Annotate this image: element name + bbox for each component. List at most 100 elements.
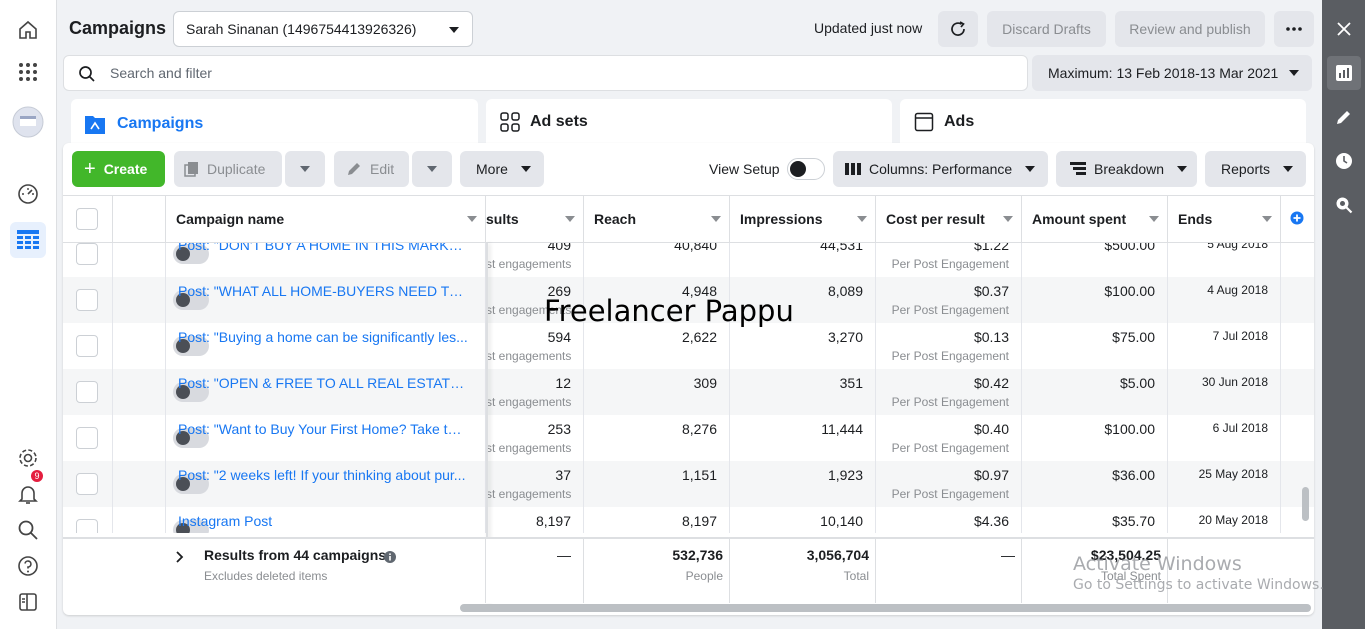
date-range-picker[interactable]: Maximum: 13 Feb 2018-13 Mar 2021 xyxy=(1032,55,1312,91)
header-reach[interactable]: Reach xyxy=(584,196,730,242)
cost-sub: Per Post Engagement xyxy=(891,257,1009,271)
create-label: Create xyxy=(103,161,148,177)
results-sub: st engagements xyxy=(486,441,572,455)
duplicate-dropdown-button[interactable] xyxy=(285,151,325,187)
campaign-name-link[interactable]: Post: "Want to Buy Your First Home? Take… xyxy=(178,421,468,437)
refresh-button[interactable] xyxy=(938,11,978,47)
row-reach-cell: 40,840 xyxy=(584,243,730,277)
table-row[interactable]: Post: "Want to Buy Your First Home? Take… xyxy=(63,415,1314,461)
row-checkbox[interactable] xyxy=(76,519,98,533)
row-checkbox[interactable] xyxy=(76,381,98,403)
header-campaign-name[interactable]: Campaign name xyxy=(166,196,486,242)
row-name-cell: Post: "Buying a home can be significantl… xyxy=(166,323,486,369)
row-reach-cell: 8,276 xyxy=(584,415,730,461)
table-row[interactable]: Post: "2 weeks left! If your thinking ab… xyxy=(63,461,1314,507)
duplicate-button[interactable]: Duplicate xyxy=(174,151,282,187)
close-icon[interactable] xyxy=(1327,12,1361,46)
dashboard-gauge-icon[interactable] xyxy=(10,176,46,212)
row-checkbox[interactable] xyxy=(76,473,98,495)
reports-dropdown[interactable]: Reports xyxy=(1205,151,1306,187)
campaign-name-link[interactable]: Post: "OPEN & FREE TO ALL REAL ESTATE A.… xyxy=(178,375,468,391)
charts-icon[interactable] xyxy=(1327,56,1361,90)
review-publish-button[interactable]: Review and publish xyxy=(1115,11,1265,47)
table-row[interactable]: Instagram Post 8,197 8,197 10,140 $4.36 $35.7… xyxy=(63,507,1314,533)
horizontal-scrollbar[interactable] xyxy=(460,604,1311,612)
avatar[interactable] xyxy=(10,104,46,140)
discard-drafts-button[interactable]: Discard Drafts xyxy=(987,11,1106,47)
top-bar: Campaigns Sarah Sinanan (149675441392632… xyxy=(57,0,1322,56)
tab-ad-sets[interactable]: Ad sets xyxy=(486,99,892,145)
more-button[interactable]: More xyxy=(460,151,544,187)
inspect-search-icon[interactable] xyxy=(1327,188,1361,222)
table-row[interactable]: Post: "DON'T BUY A HOME IN THIS MARKET, … xyxy=(63,243,1314,277)
header-label: Impressions xyxy=(740,211,823,227)
campaign-name-link[interactable]: Instagram Post xyxy=(178,513,468,529)
info-icon[interactable] xyxy=(384,551,396,563)
breakdown-label: Breakdown xyxy=(1094,161,1165,177)
header-cost-per-result[interactable]: Cost per result xyxy=(876,196,1022,242)
impressions-value: 10,140 xyxy=(820,513,863,529)
summary-reach-sub: People xyxy=(685,569,723,583)
impressions-value: 351 xyxy=(839,375,863,391)
select-all-checkbox[interactable] xyxy=(76,208,98,230)
tab-ads[interactable]: Ads xyxy=(900,99,1306,145)
summary-reach-cell: 532,736 People xyxy=(584,539,730,603)
header-amount-spent[interactable]: Amount spent xyxy=(1022,196,1168,242)
edit-pencil-icon[interactable] xyxy=(1327,100,1361,134)
summary-cost-cell: — xyxy=(876,539,1022,603)
create-button[interactable]: + Create xyxy=(72,151,165,187)
row-checkbox[interactable] xyxy=(76,289,98,311)
table-row[interactable]: Post: "OPEN & FREE TO ALL REAL ESTATE A.… xyxy=(63,369,1314,415)
campaign-name-link[interactable]: Post: "2 weeks left! If your thinking ab… xyxy=(178,467,468,483)
help-icon[interactable] xyxy=(10,548,46,584)
table-row[interactable]: Post: "Buying a home can be significantl… xyxy=(63,323,1314,369)
edit-button[interactable]: Edit xyxy=(334,151,409,187)
columns-icon xyxy=(845,163,861,175)
duplicate-label: Duplicate xyxy=(207,161,266,177)
header-impressions[interactable]: Impressions xyxy=(730,196,876,242)
chevron-down-icon xyxy=(427,166,437,172)
results-sub: st engagements xyxy=(486,349,572,363)
tab-campaigns[interactable]: Campaigns xyxy=(71,99,478,149)
cost-value: $1.22 xyxy=(973,243,1009,253)
apps-grid-icon[interactable] xyxy=(10,54,46,90)
campaign-name-link[interactable]: Post: "WHAT ALL HOME-BUYERS NEED TO K... xyxy=(178,283,468,299)
row-impressions-cell: 44,531 xyxy=(730,243,876,277)
pencil-icon xyxy=(348,163,360,175)
search-filter-input[interactable]: Search and filter xyxy=(63,55,1028,91)
toggle-column-header xyxy=(113,196,166,242)
chevron-right-icon[interactable] xyxy=(176,551,184,563)
row-spent-cell: $5.00 xyxy=(1022,369,1168,415)
vertical-scrollbar[interactable] xyxy=(1302,487,1309,521)
header-ends[interactable]: Ends xyxy=(1168,196,1281,242)
header-results[interactable]: sults xyxy=(486,196,584,242)
summary-results-cell: — xyxy=(486,539,584,603)
header-label: Cost per result xyxy=(886,211,985,227)
campaign-name-link[interactable]: Post: "Buying a home can be significantl… xyxy=(178,329,468,345)
cost-sub: Per Post Engagement xyxy=(891,303,1009,317)
chevron-down-icon xyxy=(449,27,459,33)
edit-dropdown-button[interactable] xyxy=(412,151,452,187)
campaign-name-link[interactable]: Post: "DON'T BUY A HOME IN THIS MARKET, … xyxy=(178,243,468,253)
ends-value: 5 Aug 2018 xyxy=(1207,243,1268,251)
history-clock-icon[interactable] xyxy=(1327,144,1361,178)
add-column-button[interactable] xyxy=(1290,211,1304,228)
results-sub: st engagements xyxy=(486,487,572,501)
row-reach-cell: 309 xyxy=(584,369,730,415)
home-icon[interactable] xyxy=(10,12,46,48)
row-checkbox[interactable] xyxy=(76,335,98,357)
panel-toggle-icon[interactable] xyxy=(10,584,46,620)
row-name-cell: Post: "Want to Buy Your First Home? Take… xyxy=(166,415,486,461)
impressions-value: 11,444 xyxy=(821,421,863,437)
notifications-bell-icon[interactable]: 9 xyxy=(10,470,46,512)
row-checkbox[interactable] xyxy=(76,427,98,449)
ads-manager-table-icon[interactable] xyxy=(10,222,46,258)
account-selector[interactable]: Sarah Sinanan (1496754413926326) xyxy=(173,11,473,47)
view-setup-toggle[interactable] xyxy=(787,158,825,180)
search-icon[interactable] xyxy=(10,512,46,548)
more-options-button[interactable] xyxy=(1274,11,1314,47)
row-checkbox[interactable] xyxy=(76,243,98,265)
columns-dropdown[interactable]: Columns: Performance xyxy=(833,151,1048,187)
row-spent-cell: $35.70 xyxy=(1022,507,1168,533)
breakdown-dropdown[interactable]: Breakdown xyxy=(1056,151,1197,187)
